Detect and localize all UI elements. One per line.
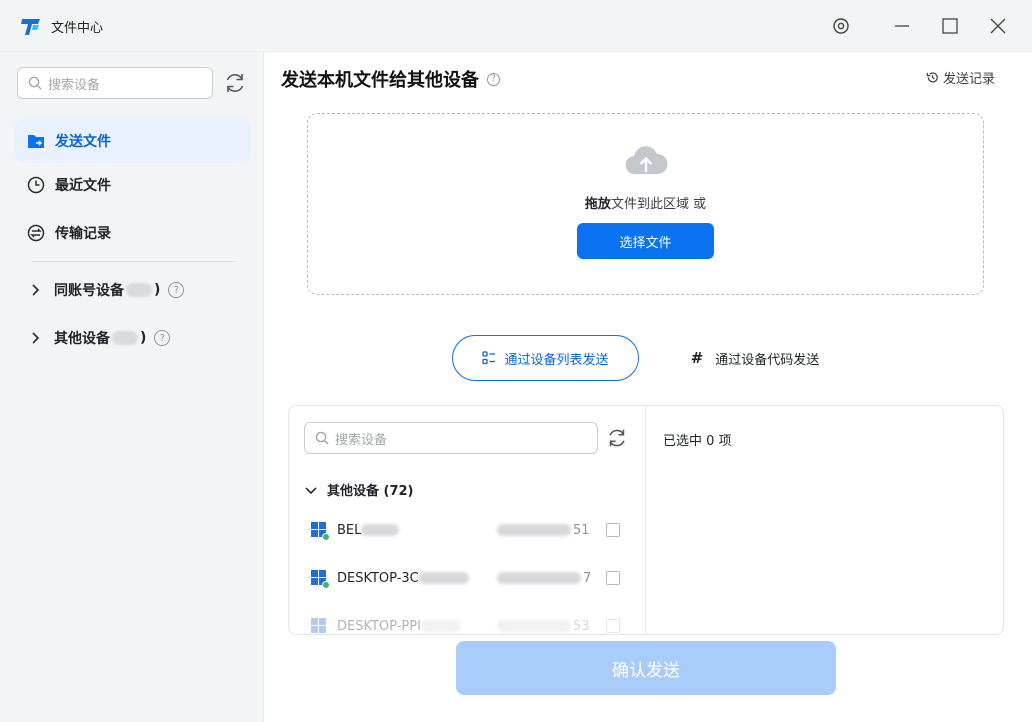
device-name: DESKTOP-3C bbox=[337, 570, 419, 586]
list-icon bbox=[482, 351, 496, 365]
sidebar-item-label: 最近文件 bbox=[55, 178, 111, 194]
file-drop-zone[interactable]: 拖放文件到此区域 或 选择文件 bbox=[307, 113, 984, 295]
confirm-send-button[interactable]: 确认发送 bbox=[456, 641, 836, 695]
drop-hint: 拖放文件到此区域 或 bbox=[308, 193, 983, 212]
sidebar: 搜索设备 发送文件 最近文件 传输记录 同账号设备) ? 其他设备) ? bbox=[0, 52, 264, 722]
device-name: BEL bbox=[337, 522, 362, 538]
chevron-right-icon bbox=[30, 284, 44, 296]
settings-icon bbox=[833, 18, 849, 34]
device-id: 53 bbox=[497, 619, 590, 634]
title-bar: 文件中心 bbox=[0, 0, 1032, 52]
panel-divider bbox=[645, 406, 646, 634]
transfer-icon bbox=[27, 224, 45, 242]
device-name: DESKTOP-PPI bbox=[337, 618, 421, 634]
drop-hint-bold: 拖放 bbox=[584, 197, 611, 212]
group-label: 同账号设备 bbox=[54, 283, 124, 299]
redacted-id bbox=[497, 620, 571, 632]
help-icon[interactable]: ? bbox=[487, 72, 500, 86]
send-file-icon bbox=[27, 132, 45, 150]
redacted-count bbox=[112, 331, 138, 345]
device-row[interactable]: DESKTOP-3C 7 bbox=[311, 566, 623, 590]
sidebar-item-transfer-records[interactable]: 传输记录 bbox=[15, 211, 251, 255]
clock-icon bbox=[27, 176, 45, 194]
sidebar-item-send-file[interactable]: 发送文件 bbox=[15, 119, 251, 163]
sidebar-item-recent-files[interactable]: 最近文件 bbox=[15, 163, 251, 207]
redacted-name bbox=[361, 524, 400, 536]
tab-device-code[interactable]: # 通过设备代码发送 bbox=[670, 335, 840, 381]
sidebar-item-label: 发送文件 bbox=[55, 134, 111, 150]
redacted-id bbox=[497, 524, 571, 536]
refresh-icon[interactable] bbox=[222, 70, 248, 96]
minimize-button[interactable] bbox=[887, 11, 917, 41]
select-file-button[interactable]: 选择文件 bbox=[577, 223, 714, 259]
tab-device-list[interactable]: 通过设备列表发送 bbox=[452, 335, 639, 381]
device-id: 51 bbox=[497, 523, 590, 538]
close-icon bbox=[990, 18, 1006, 34]
maximize-icon bbox=[942, 18, 958, 34]
device-id-suffix: 51 bbox=[573, 522, 590, 538]
device-panel: 搜索设备 已选中 0 项 其他设备 (72) BEL 51 DESKTOP-3C bbox=[288, 405, 1004, 635]
redacted-name bbox=[420, 620, 461, 632]
page-title-text: 发送本机文件给其他设备 bbox=[281, 70, 479, 91]
windows-icon bbox=[311, 570, 330, 589]
search-icon bbox=[28, 76, 42, 90]
redacted-id bbox=[497, 572, 581, 584]
settings-button[interactable] bbox=[826, 11, 856, 41]
device-group-label: 其他设备 (72) bbox=[327, 484, 414, 499]
page-title: 发送本机文件给其他设备 ? bbox=[281, 66, 500, 92]
device-id: 7 bbox=[497, 571, 591, 586]
device-search-placeholder: 搜索设备 bbox=[335, 432, 388, 448]
device-id-suffix: 53 bbox=[573, 618, 590, 634]
chevron-down-icon bbox=[305, 485, 317, 495]
history-icon bbox=[926, 72, 938, 83]
send-history-link[interactable]: 发送记录 bbox=[926, 68, 995, 87]
chevron-right-icon bbox=[30, 332, 44, 344]
device-group-toggle[interactable]: 其他设备 (72) bbox=[305, 480, 414, 499]
redacted-name bbox=[418, 572, 469, 584]
app-logo-icon bbox=[21, 19, 40, 35]
online-status-dot bbox=[322, 581, 330, 589]
device-row[interactable]: BEL 51 bbox=[311, 518, 623, 542]
group-suffix: ) bbox=[154, 282, 161, 298]
group-suffix: ) bbox=[140, 330, 147, 346]
group-label: 其他设备 bbox=[54, 331, 110, 347]
maximize-button[interactable] bbox=[935, 11, 965, 41]
sidebar-search-input[interactable]: 搜索设备 bbox=[17, 67, 213, 99]
close-button[interactable] bbox=[983, 11, 1013, 41]
drop-hint-rest: 文件到此区域 或 bbox=[610, 197, 707, 212]
search-icon bbox=[315, 431, 329, 445]
window-title: 文件中心 bbox=[51, 21, 104, 36]
hash-icon: # bbox=[690, 349, 704, 367]
device-search-input[interactable]: 搜索设备 bbox=[304, 422, 598, 454]
help-icon[interactable]: ? bbox=[154, 330, 171, 346]
device-checkbox[interactable] bbox=[606, 523, 620, 537]
tab-label: 通过设备代码发送 bbox=[715, 352, 820, 368]
refresh-icon[interactable] bbox=[605, 426, 629, 450]
windows-icon bbox=[311, 618, 327, 634]
send-history-label: 发送记录 bbox=[943, 72, 996, 87]
device-row[interactable]: DESKTOP-PPI 53 bbox=[311, 614, 623, 634]
device-id-suffix: 7 bbox=[583, 570, 592, 586]
device-checkbox[interactable] bbox=[606, 571, 620, 585]
cloud-upload-icon bbox=[625, 146, 668, 175]
windows-icon bbox=[311, 522, 330, 541]
help-icon[interactable]: ? bbox=[168, 282, 185, 298]
sidebar-group-other-devices[interactable]: 其他设备 ) ? bbox=[30, 326, 171, 350]
sidebar-search-placeholder: 搜索设备 bbox=[48, 77, 101, 93]
online-status-dot bbox=[322, 533, 330, 541]
sidebar-divider bbox=[32, 261, 236, 262]
sidebar-item-label: 传输记录 bbox=[55, 226, 111, 242]
sidebar-group-same-account[interactable]: 同账号设备 ) ? bbox=[30, 278, 185, 302]
redacted-count bbox=[126, 283, 152, 297]
tab-label: 通过设备列表发送 bbox=[504, 352, 609, 368]
minimize-icon bbox=[895, 25, 909, 27]
selected-count: 已选中 0 项 bbox=[663, 434, 732, 449]
device-checkbox[interactable] bbox=[606, 619, 620, 633]
